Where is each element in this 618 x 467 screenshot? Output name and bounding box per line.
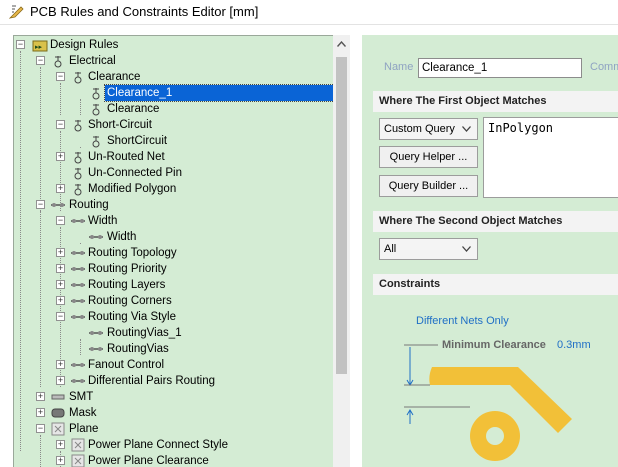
svg-text:▸▸: ▸▸ [35, 43, 43, 51]
tree-item-label: Fanout Control [88, 359, 165, 371]
select-value: All [384, 243, 397, 255]
tree-item-label: Short-Circuit [88, 119, 152, 131]
rule-name-input[interactable]: Clearance_1 [418, 58, 582, 78]
routing-icon [71, 379, 85, 383]
routing-icon [71, 267, 85, 271]
tree-item-label: Power Plane Clearance [88, 455, 209, 467]
rule-type-icon [74, 168, 82, 180]
tree-item-label: Clearance [88, 71, 141, 83]
title-bar: PCB Rules and Constraints Editor [mm] [0, 0, 618, 24]
tree-item-label: Modified Polygon [88, 183, 177, 195]
tree-item-label: Mask [69, 407, 97, 419]
tree-item-label: Clearance [107, 103, 160, 115]
routing-icon [71, 315, 85, 319]
rule-type-icon [74, 152, 82, 164]
tree-item-label: RoutingVias [107, 343, 169, 355]
routing-icon [89, 347, 103, 351]
tree-item-label: ShortCircuit [107, 135, 168, 147]
tree-item-label: Plane [69, 423, 99, 435]
routing-icon [89, 331, 103, 335]
rule-instance-icon [92, 88, 100, 100]
chevron-down-icon [462, 246, 471, 252]
routing-icon [89, 235, 103, 239]
net-scope-link[interactable]: Different Nets Only [416, 315, 509, 327]
routing-icon [71, 299, 85, 303]
query-text-editor[interactable]: InPolygon [483, 117, 618, 198]
rules-tree[interactable]: − ▸▸ Design Rules − Electrical − Clearan… [13, 35, 350, 467]
rule-category-icon [54, 56, 62, 68]
rule-instance-icon [92, 136, 100, 148]
tree-item-label: Power Plane Connect Style [88, 439, 228, 451]
tree-item-label: RoutingVias_1 [107, 327, 182, 339]
first-query-kind-select[interactable]: Custom Query [379, 118, 478, 140]
constraints-header: Constraints [373, 274, 618, 295]
chevron-down-icon [462, 126, 471, 132]
mask-icon [51, 408, 65, 418]
name-label: Name [384, 61, 414, 73]
tree-item-label: Routing [69, 199, 109, 211]
tree-item-label: Routing Via Style [88, 311, 177, 323]
rule-instance-icon [92, 104, 100, 116]
tree-item-label: Width [88, 215, 118, 227]
tree-item-label: Routing Priority [88, 263, 167, 275]
routing-icon [51, 203, 65, 207]
clearance-diagram [404, 344, 572, 461]
tree-scrollbar[interactable] [333, 35, 350, 467]
window-title: PCB Rules and Constraints Editor [mm] [30, 4, 259, 19]
plane-icon [71, 454, 85, 467]
tree-item-label: Design Rules [50, 39, 119, 51]
tree-item-label: Routing Topology [88, 247, 177, 259]
tree-item-label: Routing Corners [88, 295, 172, 307]
plane-icon [71, 438, 85, 452]
rule-type-icon [74, 72, 82, 84]
second-object-select[interactable]: All [379, 238, 478, 260]
routing-icon [71, 363, 85, 367]
scrollbar-thumb[interactable] [336, 57, 347, 374]
tree-item-label: Clearance_1 [104, 84, 335, 102]
query-builder-button[interactable]: Query Builder ... [379, 175, 478, 197]
first-object-header: Where The First Object Matches [373, 91, 618, 112]
rule-type-icon [74, 184, 82, 196]
select-value: Custom Query [384, 123, 455, 135]
folder-rules-icon: ▸▸ [32, 40, 48, 52]
routing-icon [71, 283, 85, 287]
comment-label: Comm [590, 61, 618, 73]
tree-item-label: Differential Pairs Routing [88, 375, 215, 387]
tree-item-label: Routing Layers [88, 279, 166, 291]
app-rules-icon [9, 5, 24, 19]
tree-item-label: SMT [69, 391, 94, 403]
tree-item-label: Un-Connected Pin [88, 167, 182, 179]
second-object-header: Where The Second Object Matches [373, 211, 618, 232]
tree-item-label: Un-Routed Net [88, 151, 165, 163]
tree-item-label: Width [107, 231, 137, 243]
tree-item-label: Electrical [69, 55, 116, 67]
routing-icon [71, 251, 85, 255]
query-helper-button[interactable]: Query Helper ... [379, 146, 478, 168]
smt-icon [51, 394, 65, 400]
rule-type-icon [74, 120, 82, 132]
title-divider [0, 24, 618, 25]
plane-icon [51, 422, 65, 436]
scroll-up-arrow-icon[interactable] [337, 41, 346, 47]
routing-icon [71, 219, 85, 223]
